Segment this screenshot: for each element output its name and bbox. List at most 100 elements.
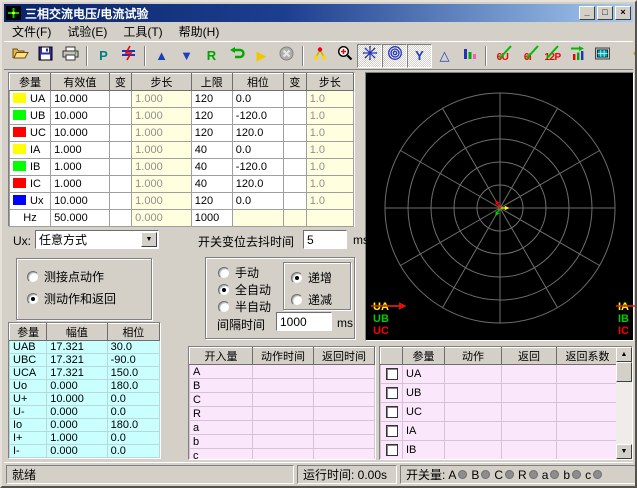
rms-cell[interactable]: 1.000 xyxy=(51,142,110,159)
ux-mode-select[interactable]: 任意方式 ▼ xyxy=(35,230,159,249)
vary2-cell[interactable] xyxy=(284,108,307,125)
stop-button[interactable] xyxy=(274,44,299,68)
scroll-down-icon[interactable]: ▼ xyxy=(616,444,632,459)
rms-cell[interactable]: 1.000 xyxy=(51,176,110,193)
rms-cell[interactable]: 10.000 xyxy=(51,91,110,108)
rms-cell[interactable]: 10.000 xyxy=(51,125,110,142)
radio-icon[interactable] xyxy=(291,272,303,284)
calculator-button[interactable] xyxy=(590,44,615,68)
direction-option-1[interactable]: 递减 xyxy=(291,291,332,308)
step-cell[interactable]: 1.000 xyxy=(132,193,192,210)
step-cell[interactable]: 1.000 xyxy=(132,91,192,108)
phase-cell[interactable]: 120.0 xyxy=(232,176,283,193)
y-connection-button[interactable]: Y xyxy=(407,44,432,68)
minimize-button[interactable]: _ xyxy=(579,6,595,20)
step-cell[interactable]: 1.000 xyxy=(132,176,192,193)
select-checkbox[interactable] xyxy=(386,368,398,380)
limit-cell[interactable]: 120 xyxy=(191,91,232,108)
vary2-cell[interactable] xyxy=(284,159,307,176)
select-checkbox[interactable] xyxy=(386,406,398,418)
vary-cell[interactable] xyxy=(109,159,132,176)
select-checkbox[interactable] xyxy=(386,425,398,437)
mode-option-1[interactable]: 全自动 xyxy=(218,281,271,298)
step2-cell[interactable]: 1.0 xyxy=(306,142,353,159)
phase-cell[interactable]: -120.0 xyxy=(232,159,283,176)
menu-item-1[interactable]: 试验(E) xyxy=(59,21,115,42)
vary-cell[interactable] xyxy=(109,125,132,142)
delta-connection-button[interactable]: △ xyxy=(432,44,457,68)
parameter-button[interactable]: P xyxy=(91,44,116,68)
twelve-p-button[interactable]: 12P xyxy=(540,44,565,68)
menu-item-0[interactable]: 文件(F) xyxy=(4,21,59,42)
mode-option-0[interactable]: 手动 xyxy=(218,264,259,281)
help-button[interactable]: ? xyxy=(624,44,637,68)
vary2-cell[interactable] xyxy=(284,176,307,193)
step2-cell[interactable]: 1.0 xyxy=(306,125,353,142)
select-checkbox[interactable] xyxy=(386,444,398,456)
radio-icon[interactable] xyxy=(291,294,303,306)
menu-item-2[interactable]: 工具(T) xyxy=(115,21,170,42)
phase-cell[interactable] xyxy=(232,210,283,227)
step2-cell[interactable]: 1.0 xyxy=(306,91,353,108)
direction-option-0[interactable]: 递增 xyxy=(291,269,332,286)
print-button[interactable] xyxy=(58,44,83,68)
vary-cell[interactable] xyxy=(109,193,132,210)
limit-cell[interactable]: 1000 xyxy=(191,210,232,227)
step-cell[interactable]: 0.000 xyxy=(132,210,192,227)
phase-sequence-button[interactable] xyxy=(116,44,141,68)
output-map-button[interactable] xyxy=(565,44,590,68)
rays-view-button[interactable] xyxy=(357,44,382,68)
chevron-down-icon[interactable]: ▼ xyxy=(141,232,157,247)
vary-cell[interactable] xyxy=(109,210,132,227)
rms-cell[interactable]: 10.000 xyxy=(51,193,110,210)
step2-cell[interactable]: 1.0 xyxy=(306,159,353,176)
trigger-option-0[interactable]: 测接点动作 xyxy=(27,268,104,285)
step2-cell[interactable]: 1.0 xyxy=(306,193,353,210)
reset-button[interactable]: R xyxy=(199,44,224,68)
menu-item-3[interactable]: 帮助(H) xyxy=(171,21,228,42)
close-button[interactable]: × xyxy=(615,6,631,20)
step-cell[interactable]: 1.000 xyxy=(132,159,192,176)
step-cell[interactable]: 1.000 xyxy=(132,125,192,142)
limit-cell[interactable]: 40 xyxy=(191,176,232,193)
step-cell[interactable]: 1.000 xyxy=(132,108,192,125)
result-table-scrollbar[interactable]: ▲ ▼ xyxy=(616,347,632,459)
limit-cell[interactable]: 40 xyxy=(191,142,232,159)
limit-cell[interactable]: 120 xyxy=(191,193,232,210)
scrollbar-thumb[interactable] xyxy=(616,362,632,382)
limit-cell[interactable]: 40 xyxy=(191,159,232,176)
zoom-button[interactable] xyxy=(332,44,357,68)
interval-input[interactable] xyxy=(276,312,332,331)
vary2-cell[interactable] xyxy=(284,142,307,159)
radio-icon[interactable] xyxy=(218,284,230,296)
step2-cell[interactable]: 1.0 xyxy=(306,176,353,193)
phase-cell[interactable]: 0.0 xyxy=(232,91,283,108)
step-down-button[interactable]: ▼ xyxy=(174,44,199,68)
radio-icon[interactable] xyxy=(27,271,39,283)
vary-cell[interactable] xyxy=(109,176,132,193)
phase-cell[interactable]: 120.0 xyxy=(232,125,283,142)
bar-graph-button[interactable] xyxy=(457,44,482,68)
undo-button[interactable] xyxy=(224,44,249,68)
phase-cell[interactable]: 0.0 xyxy=(232,193,283,210)
rms-cell[interactable]: 1.000 xyxy=(51,159,110,176)
open-file-button[interactable] xyxy=(8,44,33,68)
radio-icon[interactable] xyxy=(218,301,230,313)
mode-option-2[interactable]: 半自动 xyxy=(218,298,271,315)
step2-cell[interactable] xyxy=(306,210,353,227)
vary2-cell[interactable] xyxy=(284,125,307,142)
step-up-button[interactable]: ▲ xyxy=(149,44,174,68)
radio-icon[interactable] xyxy=(27,293,39,305)
vary-cell[interactable] xyxy=(109,108,132,125)
vary-cell[interactable] xyxy=(109,91,132,108)
phase-cell[interactable]: 0.0 xyxy=(232,142,283,159)
step2-cell[interactable]: 1.0 xyxy=(306,108,353,125)
vector-node-button[interactable] xyxy=(307,44,332,68)
vary2-cell[interactable] xyxy=(284,91,307,108)
rms-cell[interactable]: 10.000 xyxy=(51,108,110,125)
vary-cell[interactable] xyxy=(109,142,132,159)
phase-cell[interactable]: -120.0 xyxy=(232,108,283,125)
start-button[interactable]: ▶ xyxy=(249,44,274,68)
vary2-cell[interactable] xyxy=(284,193,307,210)
scroll-up-icon[interactable]: ▲ xyxy=(616,347,632,362)
